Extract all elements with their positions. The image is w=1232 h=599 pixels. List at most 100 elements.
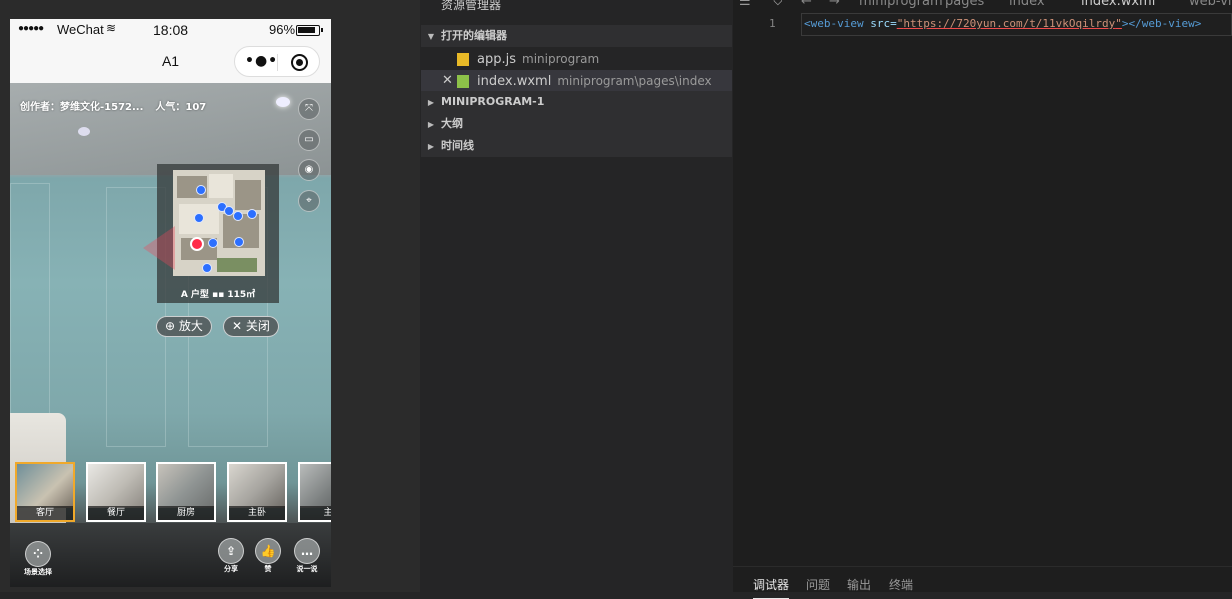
hotspot-dot[interactable] (194, 213, 204, 223)
open-file-index-wxml[interactable]: ✕ index.wxml miniprogram\pages\index (421, 70, 732, 92)
scene-thumbnail-strip: 客厅 餐厅 厨房 主卧 主 (15, 462, 331, 524)
breadcrumb-item[interactable]: miniprogram (859, 0, 943, 9)
scene-select-button[interactable]: ⁘ 场景选择 (20, 541, 56, 577)
close-icon[interactable]: ✕ (442, 70, 453, 92)
file-label: app.js miniprogram (477, 52, 600, 67)
breadcrumb-item[interactable]: index (1009, 0, 1045, 9)
tab-output[interactable]: 输出 (847, 576, 871, 593)
scene-thumb-label: 主卧 (229, 506, 285, 520)
share-button[interactable]: ⇪ 分享 (216, 538, 246, 574)
zoom-button[interactable]: ⊕ 放大 (156, 316, 212, 337)
gyroscope-icon[interactable]: ⤧ (298, 98, 320, 120)
code-editor[interactable]: ☰ ⛉ ← → miniprogram pages index index.wx… (733, 0, 1232, 599)
code-url[interactable]: https://720yun.com/t/11vkOqilrdy (903, 17, 1115, 30)
scene-thumb[interactable]: 主卧 (227, 462, 287, 522)
hotspot-dot[interactable] (208, 238, 218, 248)
scene-select-label: 场景选择 (24, 568, 52, 576)
wifi-icon: ≋ (106, 21, 117, 35)
floorplan-legend: A 户型 ▪▪ 115㎡ (180, 290, 256, 300)
hotspot-dot[interactable] (196, 185, 206, 195)
forward-arrow-icon[interactable]: → (829, 0, 840, 9)
scene-info: 创作者：梦维文化-1572... 人气：107 (20, 98, 206, 113)
ceiling-light (276, 97, 290, 107)
scene-thumb-image (88, 464, 144, 508)
breadcrumb-item[interactable]: index.wxml (1081, 0, 1155, 9)
close-map-button[interactable]: ✕ 关闭 (223, 316, 279, 337)
vr-icon[interactable]: ▭ (298, 129, 320, 151)
simulator-panel: ●●●●● WeChat ≋ 18:08 96% A1 •●• 创作者：梦维文化… (0, 0, 420, 592)
section-outline-label: 大纲 (441, 117, 463, 130)
floorplan-balcony (217, 258, 257, 272)
share-label: 分享 (224, 565, 238, 573)
eye-icon[interactable]: ◉ (298, 159, 320, 181)
file-label: index.wxml miniprogram\pages\index (477, 74, 712, 89)
section-open-editors[interactable]: ▼ 打开的编辑器 (421, 25, 732, 47)
chevron-right-icon: ▶ (427, 98, 435, 107)
tab-terminal[interactable]: 终端 (889, 576, 913, 593)
zoom-in-icon: ⊕ (165, 319, 176, 333)
wxml-file-icon (457, 75, 469, 88)
open-file-app-js[interactable]: app.js miniprogram (421, 48, 732, 70)
floorplan-minimap[interactable]: A 户型 ▪▪ 115㎡ (143, 164, 279, 303)
status-time: 18:08 (153, 22, 189, 38)
section-timeline[interactable]: ▶ 时间线 (421, 135, 732, 157)
like-button[interactable]: 👍 赞 (253, 538, 283, 574)
scene-thumb[interactable]: 主 (298, 462, 331, 522)
floorplan-image (173, 170, 265, 276)
explorer-panel: 资源管理器 ▼ 打开的编辑器 app.js miniprogram ✕ index.… (421, 0, 732, 592)
phone-screen: ●●●●● WeChat ≋ 18:08 96% A1 •●• 创作者：梦维文化… (10, 19, 331, 587)
more-icon[interactable]: •●• (245, 53, 278, 69)
list-icon[interactable]: ☰ (739, 0, 751, 9)
grid-icon: ⁘ (25, 541, 51, 567)
code-close-tag: ></web-view> (1121, 17, 1202, 30)
tab-debugger[interactable]: 调试器 (753, 576, 790, 599)
code-line[interactable]: <web-view src= "https://720yun.com/t/11vk… (804, 17, 1201, 30)
ceiling-light (78, 127, 90, 136)
author-text: 创作者：梦维文化-1572... (20, 102, 144, 113)
like-label: 赞 (264, 565, 272, 573)
scene-thumb-label: 餐厅 (88, 506, 144, 520)
hotspot-dot[interactable] (202, 263, 212, 273)
bookmark-icon[interactable]: ⛉ (773, 0, 783, 9)
code-quote: " (1115, 17, 1122, 30)
location-icon[interactable]: ⌖ (298, 190, 320, 212)
capsule-divider (277, 54, 278, 71)
explorer-title: 资源管理器 (441, 0, 502, 12)
scene-thumb-image (300, 464, 331, 508)
scene-thumb-label: 客厅 (17, 506, 73, 520)
status-bar: ●●●●● WeChat ≋ 18:08 96% (10, 19, 331, 41)
signal-icon: ●●●●● (18, 23, 44, 34)
view-direction-cone (143, 226, 175, 270)
zoom-label: 放大 (178, 319, 203, 333)
battery-icon (296, 25, 323, 36)
scene-thumb[interactable]: 厨房 (156, 462, 216, 522)
js-file-icon (457, 53, 469, 66)
breadcrumb: ☰ ⛉ ← → miniprogram pages index index.wx… (733, 0, 1232, 9)
floorplan-room (209, 174, 233, 198)
hotspot-dot[interactable] (247, 209, 257, 219)
thumbs-up-icon: 👍 (255, 538, 281, 564)
scene-thumb-image (17, 464, 73, 508)
menu-capsule: •●• (234, 46, 320, 77)
hotspot-dot[interactable] (234, 237, 244, 247)
nav-bar: A1 •●• (10, 41, 331, 83)
section-timeline-label: 时间线 (441, 139, 474, 152)
tab-problems[interactable]: 问题 (806, 576, 830, 593)
scene-thumb[interactable]: 客厅 (15, 462, 75, 522)
back-arrow-icon[interactable]: ← (801, 0, 812, 9)
scene-thumb[interactable]: 餐厅 (86, 462, 146, 522)
popularity-text: 人气：107 (155, 102, 207, 113)
battery-percent: 96% (269, 22, 296, 37)
panorama-view[interactable]: 创作者：梦维文化-1572... 人气：107 ⤧ ▭ ◉ ⌖ A 户型 ▪▪ … (10, 83, 331, 587)
section-project[interactable]: ▶ MINIPROGRAM-1 (421, 91, 732, 113)
section-outline[interactable]: ▶ 大纲 (421, 113, 732, 135)
bottom-panel-tabs: 调试器 问题 输出 终端 (733, 566, 1232, 599)
breadcrumb-item[interactable]: web-vi (1189, 0, 1232, 9)
line-number: 1 (769, 17, 776, 30)
hotspot-dot[interactable] (233, 211, 243, 221)
chevron-right-icon: ▶ (427, 142, 435, 151)
breadcrumb-item[interactable]: pages (945, 0, 984, 9)
close-miniprogram-icon[interactable] (291, 54, 308, 71)
comment-button[interactable]: … 说一说 (290, 538, 324, 574)
current-position-dot[interactable] (190, 237, 204, 251)
